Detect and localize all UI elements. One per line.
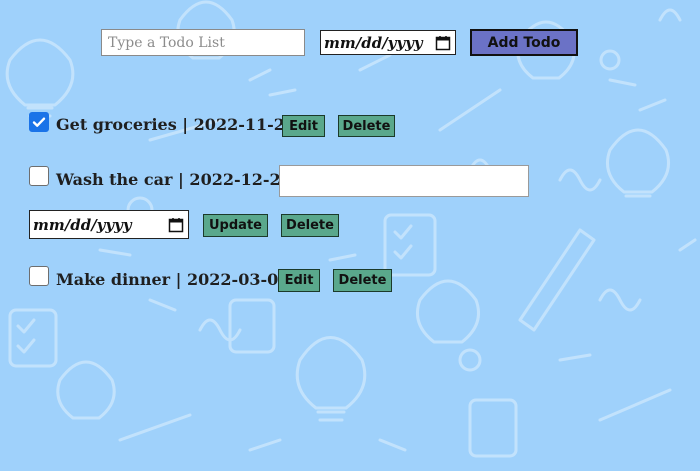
todo-checkbox-2[interactable] [29, 166, 49, 186]
edit-button-1[interactable]: Edit [282, 115, 325, 137]
todo-checkbox-3[interactable] [29, 266, 49, 286]
delete-button-3[interactable]: Delete [333, 269, 392, 292]
update-button-2[interactable]: Update [203, 214, 268, 237]
todo-date-input[interactable]: mm/dd/yyyy [320, 30, 456, 55]
edit-todo-input[interactable] [279, 165, 529, 197]
add-todo-button[interactable]: Add Todo [470, 29, 578, 56]
todo-text-input[interactable] [101, 29, 305, 56]
edit-date-input[interactable]: mm/dd/yyyy [29, 210, 189, 239]
edit-date-placeholder: mm/dd/yyyy [33, 215, 132, 234]
todo-text-2: Wash the car | 2022-12-21 [56, 170, 292, 189]
todo-date-placeholder: mm/dd/yyyy [324, 33, 423, 52]
edit-button-3[interactable]: Edit [278, 269, 320, 292]
calendar-icon[interactable] [168, 217, 184, 233]
delete-button-1[interactable]: Delete [338, 115, 395, 137]
calendar-icon[interactable] [435, 35, 451, 51]
todo-text-1: Get groceries | 2022-11-24 [56, 115, 297, 134]
todo-text-3: Make dinner | 2022-03-04 [56, 270, 290, 289]
checkmark-icon [32, 117, 46, 127]
todo-checkbox-1[interactable] [29, 112, 49, 132]
delete-button-2[interactable]: Delete [281, 214, 339, 237]
